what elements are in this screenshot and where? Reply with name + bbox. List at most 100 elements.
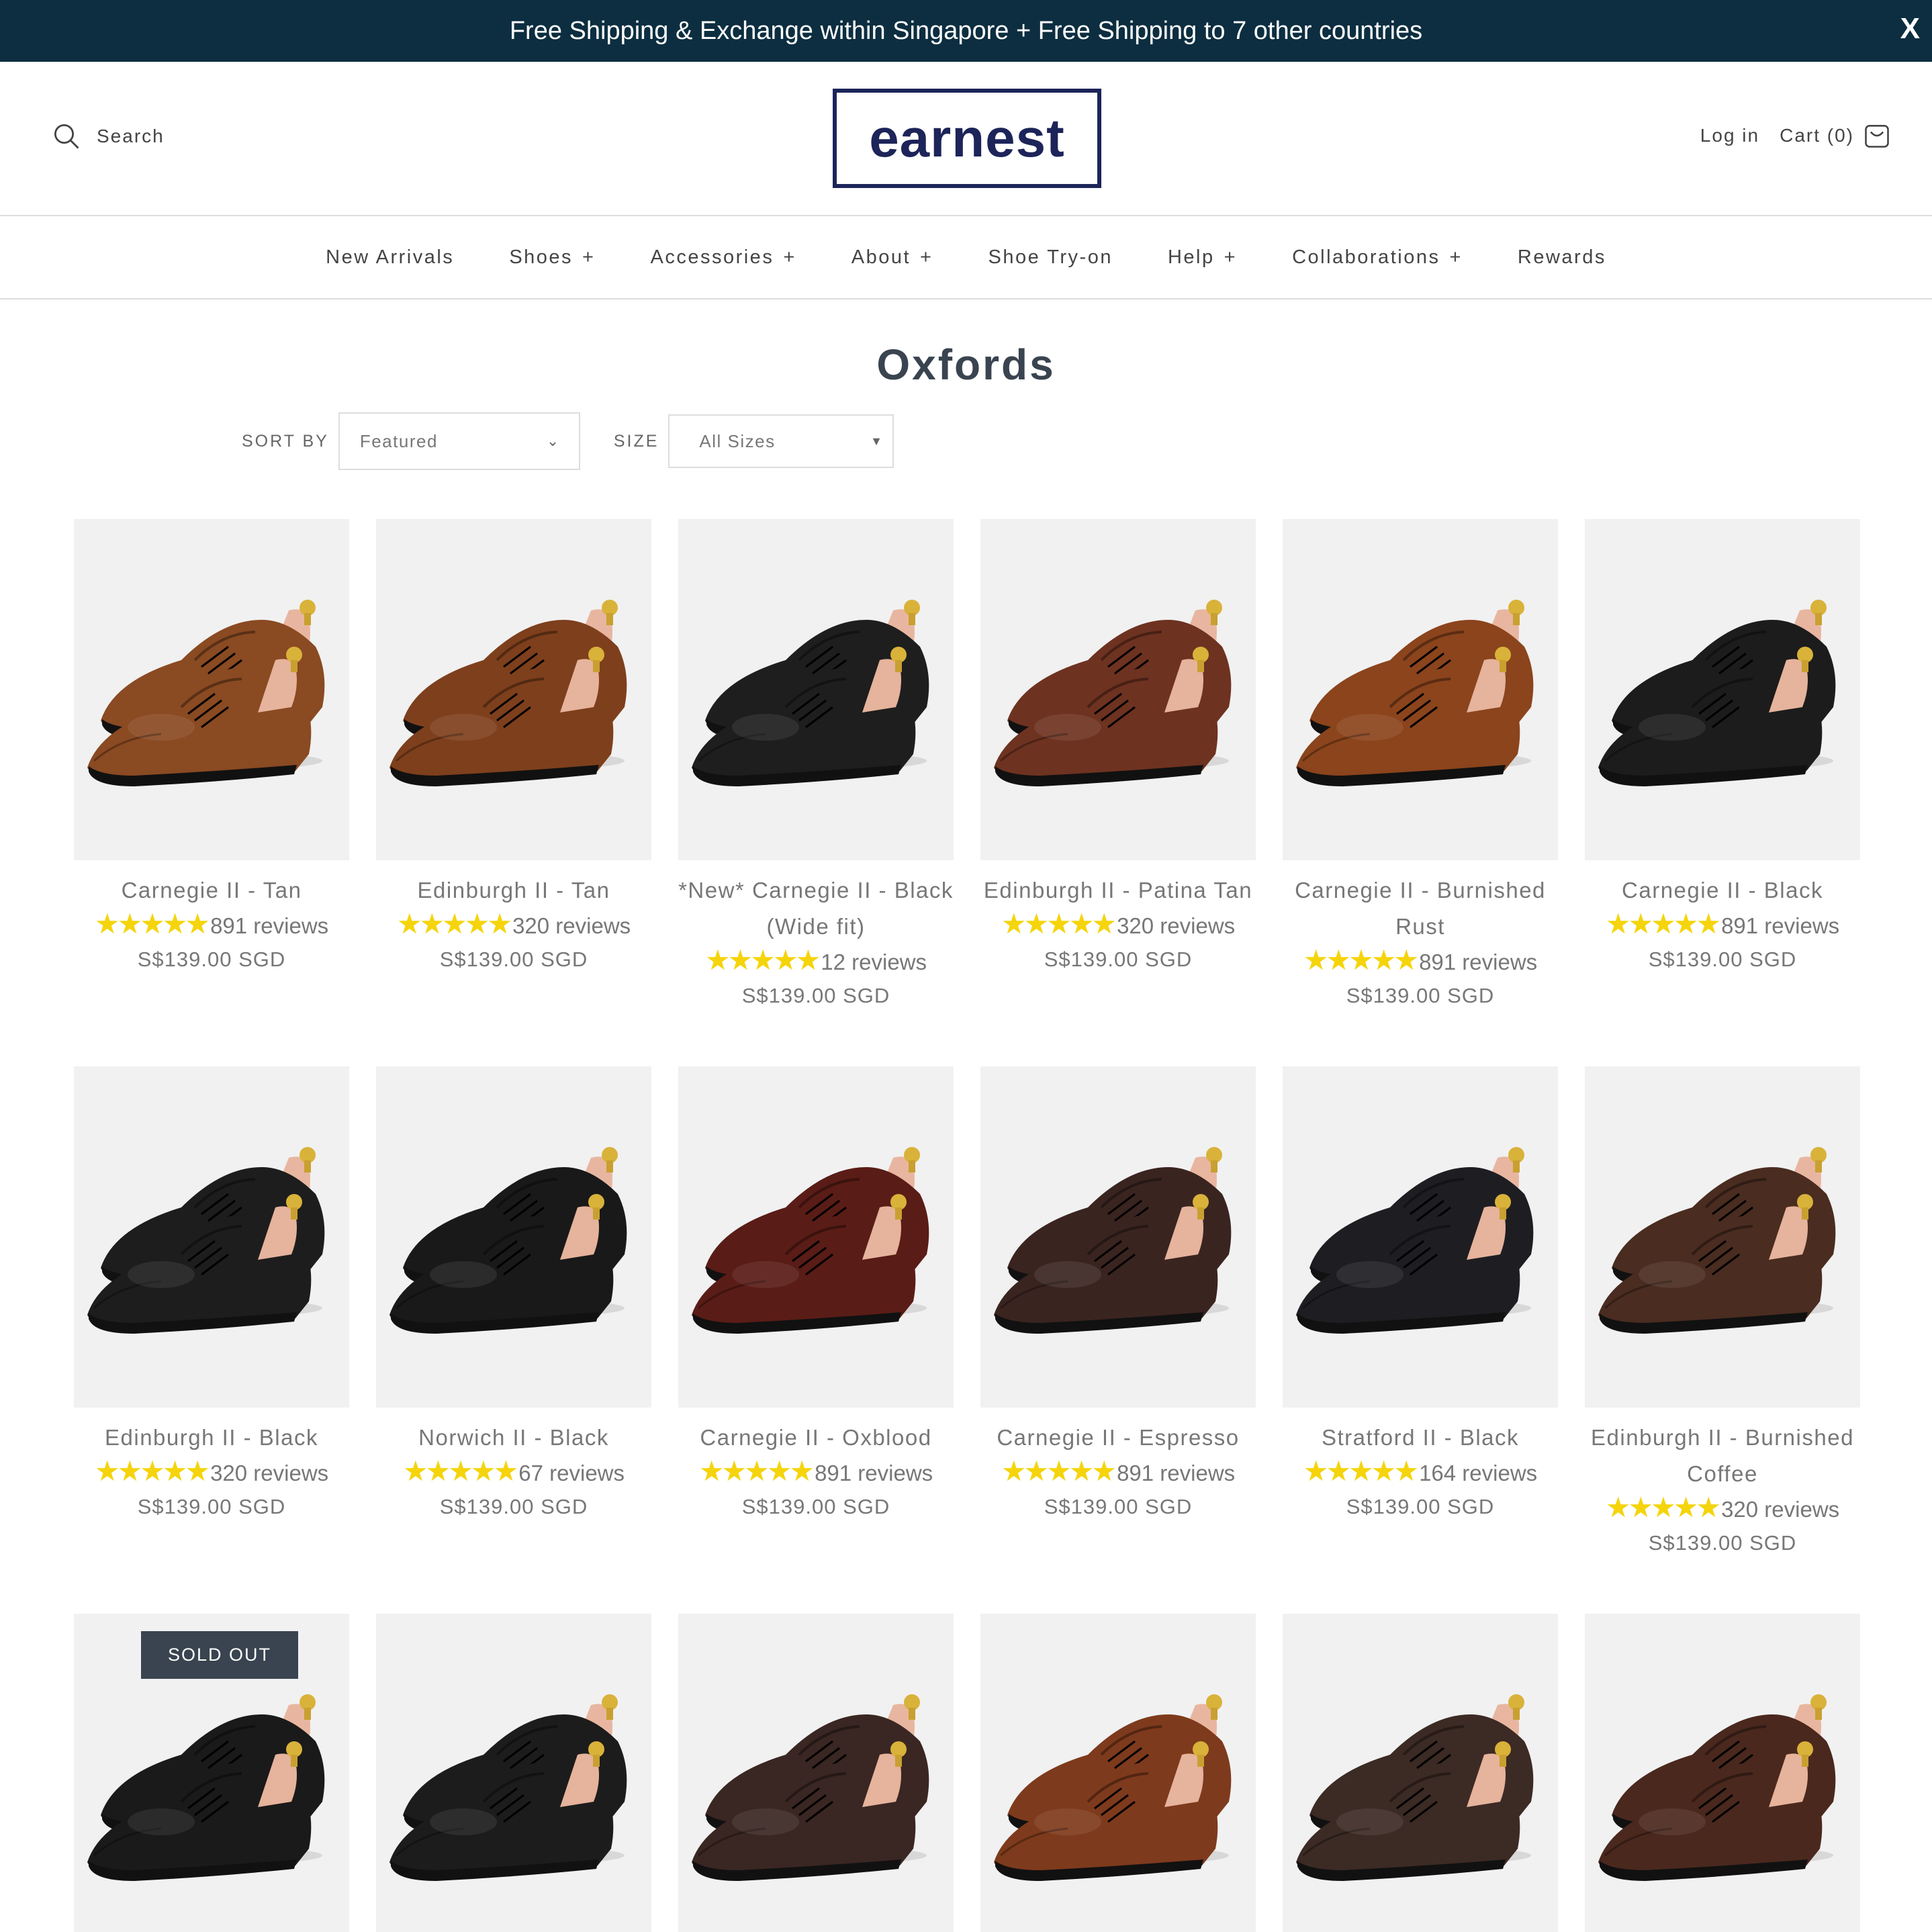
product-name[interactable]: Norwich II - Black — [376, 1420, 651, 1456]
product-rating[interactable]: ★★★★★ 320 reviews — [980, 909, 1256, 941]
product-price: S$139.00 SGD — [1648, 1531, 1797, 1555]
login-link[interactable]: Log in — [1700, 125, 1759, 146]
product-name[interactable]: Edinburgh II - Black — [74, 1420, 349, 1456]
product-rating[interactable]: ★★★★★ 891 reviews — [980, 1456, 1256, 1489]
dropdown-arrow-icon: ▼ — [870, 434, 884, 448]
product-rating[interactable]: ★★★★★ 891 reviews — [1585, 909, 1860, 941]
nav-item-label: Rewards — [1517, 246, 1606, 268]
nav-item-7[interactable]: Rewards — [1518, 246, 1606, 269]
product-image[interactable] — [1585, 1066, 1860, 1408]
product-card[interactable] — [1585, 1614, 1860, 1932]
product-name[interactable]: Carnegie II - Black — [1585, 872, 1860, 909]
product-card[interactable]: SOLD OUT — [74, 1614, 349, 1932]
close-announcement-button[interactable]: X — [1900, 12, 1920, 46]
site-logo[interactable]: earnest — [833, 89, 1101, 188]
product-image[interactable] — [980, 1066, 1256, 1408]
product-image[interactable] — [1585, 1614, 1860, 1932]
product-image[interactable]: SOLD OUT — [74, 1614, 349, 1932]
product-image[interactable] — [376, 519, 651, 860]
cart-label: Cart (0) — [1780, 125, 1854, 146]
product-card[interactable]: Edinburgh II - Tan ★★★★★ 320 reviews S$13… — [376, 519, 651, 978]
product-rating[interactable]: ★★★★★ 164 reviews — [1283, 1456, 1558, 1489]
product-rating[interactable]: ★★★★★ 320 reviews — [376, 909, 651, 941]
product-rating[interactable]: ★★★★★ 320 reviews — [1585, 1492, 1860, 1525]
product-rating[interactable]: ★★★★★ 67 reviews — [376, 1456, 651, 1489]
product-image[interactable] — [376, 1614, 651, 1932]
product-price: S$139.00 SGD — [137, 1495, 286, 1518]
nav-item-0[interactable]: New Arrivals — [326, 246, 454, 269]
product-card[interactable] — [376, 1614, 651, 1932]
star-rating-icon: ★★★★★ — [1303, 1455, 1419, 1487]
size-select[interactable]: All Sizes ▼ — [668, 414, 894, 468]
product-card[interactable]: Carnegie II - Tan ★★★★★ 891 reviews S$139… — [74, 519, 349, 978]
product-name[interactable]: Edinburgh II - Patina Tan — [980, 872, 1256, 909]
product-image[interactable] — [74, 519, 349, 860]
star-rating-icon: ★★★★★ — [705, 944, 821, 976]
product-price: S$139.00 SGD — [1346, 1495, 1495, 1518]
product-card[interactable]: Carnegie II - Burnished Rust ★★★★★ 891 re… — [1283, 519, 1558, 1014]
product-name[interactable]: Edinburgh II - Tan — [376, 872, 651, 909]
nav-item-2[interactable]: Accessories + — [650, 246, 796, 269]
product-card[interactable] — [1283, 1614, 1558, 1932]
review-count: 891 reviews — [1721, 913, 1840, 938]
nav-item-3[interactable]: About + — [852, 246, 933, 269]
product-image[interactable] — [376, 1066, 651, 1408]
product-card[interactable] — [678, 1614, 954, 1932]
sort-select[interactable]: Featured ⌄ — [338, 412, 580, 470]
sort-value: Featured — [359, 430, 438, 451]
nav-item-1[interactable]: Shoes + — [509, 246, 595, 269]
product-card[interactable] — [980, 1614, 1256, 1932]
product-image[interactable] — [1585, 519, 1860, 860]
product-card[interactable]: Carnegie II - Black ★★★★★ 891 reviews S$1… — [1585, 519, 1860, 978]
product-card[interactable]: Edinburgh II - Burnished Coffee ★★★★★ 320… — [1585, 1066, 1860, 1561]
product-name[interactable]: Carnegie II - Oxblood — [678, 1420, 954, 1456]
cart-link[interactable]: Cart (0) — [1780, 121, 1892, 150]
shoe-image — [692, 1694, 929, 1881]
product-card[interactable]: *New* Carnegie II - Black (Wide fit) ★★★… — [678, 519, 954, 1014]
shoe-image — [994, 1147, 1232, 1334]
star-rating-icon: ★★★★★ — [698, 1455, 815, 1487]
product-price: S$139.00 SGD — [439, 948, 588, 971]
product-card[interactable]: Norwich II - Black ★★★★★ 67 reviews S$139… — [376, 1066, 651, 1525]
nav-item-6[interactable]: Collaborations + — [1292, 246, 1463, 269]
product-image[interactable] — [1283, 1614, 1558, 1932]
shoe-image — [1296, 1694, 1534, 1881]
product-image[interactable] — [1283, 519, 1558, 860]
search-button[interactable]: Search — [52, 122, 165, 150]
product-card[interactable]: Carnegie II - Espresso ★★★★★ 891 reviews … — [980, 1066, 1256, 1525]
product-rating[interactable]: ★★★★★ 891 reviews — [74, 909, 349, 941]
product-card[interactable]: Edinburgh II - Black ★★★★★ 320 reviews S$… — [74, 1066, 349, 1525]
product-name[interactable]: Edinburgh II - Burnished Coffee — [1585, 1420, 1860, 1492]
review-count: 891 reviews — [815, 1461, 933, 1485]
product-price: S$139.00 SGD — [439, 1495, 588, 1518]
product-price: S$139.00 SGD — [1346, 984, 1495, 1007]
product-image[interactable] — [678, 1614, 954, 1932]
product-image[interactable] — [1283, 1066, 1558, 1408]
product-image[interactable] — [980, 1614, 1256, 1932]
product-rating[interactable]: ★★★★★ 12 reviews — [678, 945, 954, 978]
product-name[interactable]: Carnegie II - Espresso — [980, 1420, 1256, 1456]
nav-item-5[interactable]: Help + — [1168, 246, 1237, 269]
product-image[interactable] — [678, 519, 954, 860]
product-rating[interactable]: ★★★★★ 320 reviews — [74, 1456, 349, 1489]
shoe-image — [692, 600, 929, 786]
star-rating-icon: ★★★★★ — [1001, 908, 1117, 939]
product-card[interactable]: Edinburgh II - Patina Tan ★★★★★ 320 revie… — [980, 519, 1256, 978]
product-name[interactable]: Stratford II - Black — [1283, 1420, 1558, 1456]
size-value: All Sizes — [699, 430, 776, 451]
product-rating[interactable]: ★★★★★ 891 reviews — [678, 1456, 954, 1489]
product-name[interactable]: *New* Carnegie II - Black (Wide fit) — [678, 872, 954, 945]
product-rating[interactable]: ★★★★★ 891 reviews — [1283, 945, 1558, 978]
product-card[interactable]: Stratford II - Black ★★★★★ 164 reviews S$… — [1283, 1066, 1558, 1525]
product-image[interactable] — [980, 519, 1256, 860]
review-count: 891 reviews — [1117, 1461, 1236, 1485]
product-image[interactable] — [678, 1066, 954, 1408]
product-name[interactable]: Carnegie II - Tan — [74, 872, 349, 909]
site-header: Search earnest Log in Cart (0) — [0, 62, 1932, 216]
product-card[interactable]: Carnegie II - Oxblood ★★★★★ 891 reviews S… — [678, 1066, 954, 1525]
plus-icon: + — [1224, 246, 1238, 268]
product-name[interactable]: Carnegie II - Burnished Rust — [1283, 872, 1558, 945]
nav-item-4[interactable]: Shoe Try-on — [988, 246, 1112, 269]
review-count: 12 reviews — [821, 950, 927, 974]
product-image[interactable] — [74, 1066, 349, 1408]
